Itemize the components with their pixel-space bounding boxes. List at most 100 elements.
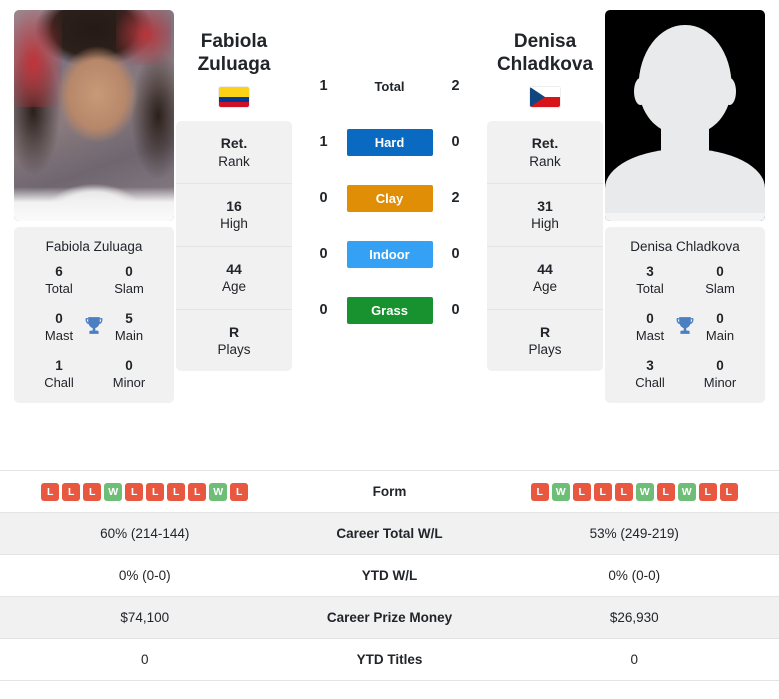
form-badge: L bbox=[719, 482, 738, 501]
photo-shoulder bbox=[14, 187, 174, 221]
right-ytd-titles: 0 bbox=[630, 652, 638, 667]
titles-main-label: Main bbox=[705, 328, 735, 343]
right-form-cell: LWLLLWLWLL bbox=[490, 477, 779, 507]
right-player-titles-card: Denisa Chladkova 3 Total 0 Slam 0 Mast 0… bbox=[605, 227, 765, 404]
left-career-total-wl: 60% (214-144) bbox=[100, 526, 190, 541]
photo-background-left bbox=[14, 10, 62, 108]
titles-cell-chall: 3 Chall bbox=[615, 358, 685, 391]
row-label-ytd-titles: YTD Titles bbox=[356, 652, 423, 667]
comparison-stats-table: LLLWLLLLWL Form LWLLLWLWLL 60% (214-144)… bbox=[0, 470, 779, 681]
titles-cell-minor: 0 Minor bbox=[685, 358, 755, 391]
titles-chall-label: Chall bbox=[44, 375, 74, 391]
titles-cell-slam: 0 Slam bbox=[685, 264, 755, 297]
titles-cell-main: 0 Main bbox=[685, 311, 755, 344]
h2h-clay-left-score: 0 bbox=[319, 190, 328, 206]
h2h-indoor-label: Indoor bbox=[346, 240, 433, 268]
info-plays-value: R bbox=[539, 323, 551, 340]
avatar-ear-left bbox=[633, 77, 647, 105]
titles-chall-label: Chall bbox=[635, 375, 665, 391]
right-player-info-card: Ret. Rank 31 High 44 Age R Plays bbox=[487, 121, 603, 372]
left-ytd-wl: 0% (0-0) bbox=[118, 568, 171, 583]
titles-minor-value: 0 bbox=[716, 358, 724, 374]
titles-total-value: 3 bbox=[646, 264, 654, 279]
h2h-hard-left-score: 1 bbox=[319, 134, 328, 150]
form-badge: L bbox=[83, 482, 102, 501]
row-label-form: Form bbox=[372, 484, 407, 499]
titles-slam-label: Slam bbox=[114, 280, 144, 296]
left-career-prize-money: $74,100 bbox=[120, 610, 170, 625]
h2h-grass-label: Grass bbox=[346, 296, 433, 324]
right-ytd-wl: 0% (0-0) bbox=[608, 568, 661, 583]
form-badge: W bbox=[677, 482, 696, 501]
avatar-body bbox=[605, 149, 765, 213]
info-plays-label: Plays bbox=[217, 341, 251, 357]
titles-minor-label: Minor bbox=[703, 375, 737, 391]
table-row-career-total-wl: 60% (214-144) Career Total W/L 53% (249-… bbox=[0, 513, 779, 555]
form-badge: L bbox=[167, 482, 186, 501]
trophy-icon bbox=[84, 315, 104, 340]
form-badge: L bbox=[188, 482, 207, 501]
row-label-ytd-wl: YTD W/L bbox=[361, 568, 418, 583]
comparison-header: Fabiola Zuluaga 6 Total 0 Slam 0 Mast 5 … bbox=[0, 0, 779, 470]
right-player-first-name: Denisa bbox=[513, 31, 577, 52]
h2h-row-clay: 0 Clay 2 bbox=[294, 184, 485, 212]
titles-slam-value: 0 bbox=[125, 264, 133, 279]
form-badge: L bbox=[41, 482, 60, 501]
info-plays-value: R bbox=[228, 323, 240, 340]
left-player-info-column: Fabiola Zuluaga Ret. Rank 16 High 44 Age bbox=[176, 10, 292, 372]
right-player-photo-placeholder bbox=[605, 10, 765, 221]
info-cell-age: 44 Age bbox=[487, 247, 603, 310]
form-badge: W bbox=[635, 482, 654, 501]
h2h-hard-label: Hard bbox=[346, 128, 433, 156]
h2h-clay-label: Clay bbox=[346, 184, 433, 212]
form-badge: W bbox=[104, 482, 123, 501]
info-rank-label: Rank bbox=[218, 153, 250, 169]
h2h-grass-right-score: 0 bbox=[451, 302, 460, 318]
form-badge: W bbox=[209, 482, 228, 501]
info-high-value: 31 bbox=[537, 198, 553, 215]
titles-cell-slam: 0 Slam bbox=[94, 264, 164, 297]
h2h-row-hard: 1 Hard 0 bbox=[294, 128, 485, 156]
titles-slam-value: 0 bbox=[716, 264, 724, 279]
table-row-ytd-wl: 0% (0-0) YTD W/L 0% (0-0) bbox=[0, 555, 779, 597]
h2h-row-grass: 0 Grass 0 bbox=[294, 296, 485, 324]
titles-total-label: Total bbox=[636, 280, 664, 296]
photo-background-right bbox=[116, 10, 171, 65]
left-player-first-name: Fabiola bbox=[200, 31, 268, 52]
right-player-photo-column: Denisa Chladkova 3 Total 0 Slam 0 Mast 0… bbox=[605, 10, 765, 404]
titles-cell-total: 6 Total bbox=[24, 264, 94, 297]
info-cell-plays: R Plays bbox=[176, 310, 292, 372]
info-age-value: 44 bbox=[537, 260, 553, 277]
left-player-titles-grid: 6 Total 0 Slam 0 Mast 5 Main 1 Chall 0 M… bbox=[14, 264, 174, 391]
avatar-base bbox=[605, 212, 765, 221]
left-form-badges: LLLWLLLLWL bbox=[41, 482, 249, 501]
form-badge: L bbox=[698, 482, 717, 501]
trophy-icon bbox=[675, 315, 695, 340]
czech-republic-flag-icon bbox=[530, 87, 560, 108]
right-player-heading: Denisa Chladkova bbox=[487, 10, 603, 108]
titles-chall-value: 1 bbox=[55, 358, 63, 374]
right-player-titles-grid: 3 Total 0 Slam 0 Mast 0 Main 3 Chall 0 M… bbox=[605, 264, 765, 391]
info-high-label: High bbox=[531, 216, 559, 232]
row-label-career-total-wl: Career Total W/L bbox=[336, 526, 443, 541]
left-ytd-titles: 0 bbox=[140, 652, 149, 667]
titles-total-label: Total bbox=[45, 280, 73, 296]
left-player-info-card: Ret. Rank 16 High 44 Age R Plays bbox=[176, 121, 292, 372]
left-player-photo bbox=[14, 10, 174, 221]
form-badge: L bbox=[656, 482, 675, 501]
colombia-flag-icon bbox=[219, 87, 249, 108]
table-row-career-prize-money: $74,100 Career Prize Money $26,930 bbox=[0, 597, 779, 639]
table-row-ytd-titles: 0 YTD Titles 0 bbox=[0, 639, 779, 681]
row-label-career-prize-money: Career Prize Money bbox=[326, 610, 453, 625]
form-badge: L bbox=[62, 482, 81, 501]
table-row-form: LLLWLLLLWL Form LWLLLWLWLL bbox=[0, 471, 779, 513]
titles-cell-total: 3 Total bbox=[615, 264, 685, 297]
info-rank-label: Rank bbox=[529, 153, 561, 169]
head-to-head-column: 1 Total 2 1 Hard 0 0 Clay 2 0 Indoor 0 0 bbox=[294, 10, 485, 352]
player-comparison-page: Fabiola Zuluaga 6 Total 0 Slam 0 Mast 5 … bbox=[0, 0, 779, 699]
titles-cell-minor: 0 Minor bbox=[94, 358, 164, 391]
right-career-total-wl: 53% (249-219) bbox=[589, 526, 679, 541]
titles-total-value: 6 bbox=[55, 264, 63, 279]
form-badge: L bbox=[593, 482, 612, 501]
info-cell-high: 31 High bbox=[487, 184, 603, 247]
